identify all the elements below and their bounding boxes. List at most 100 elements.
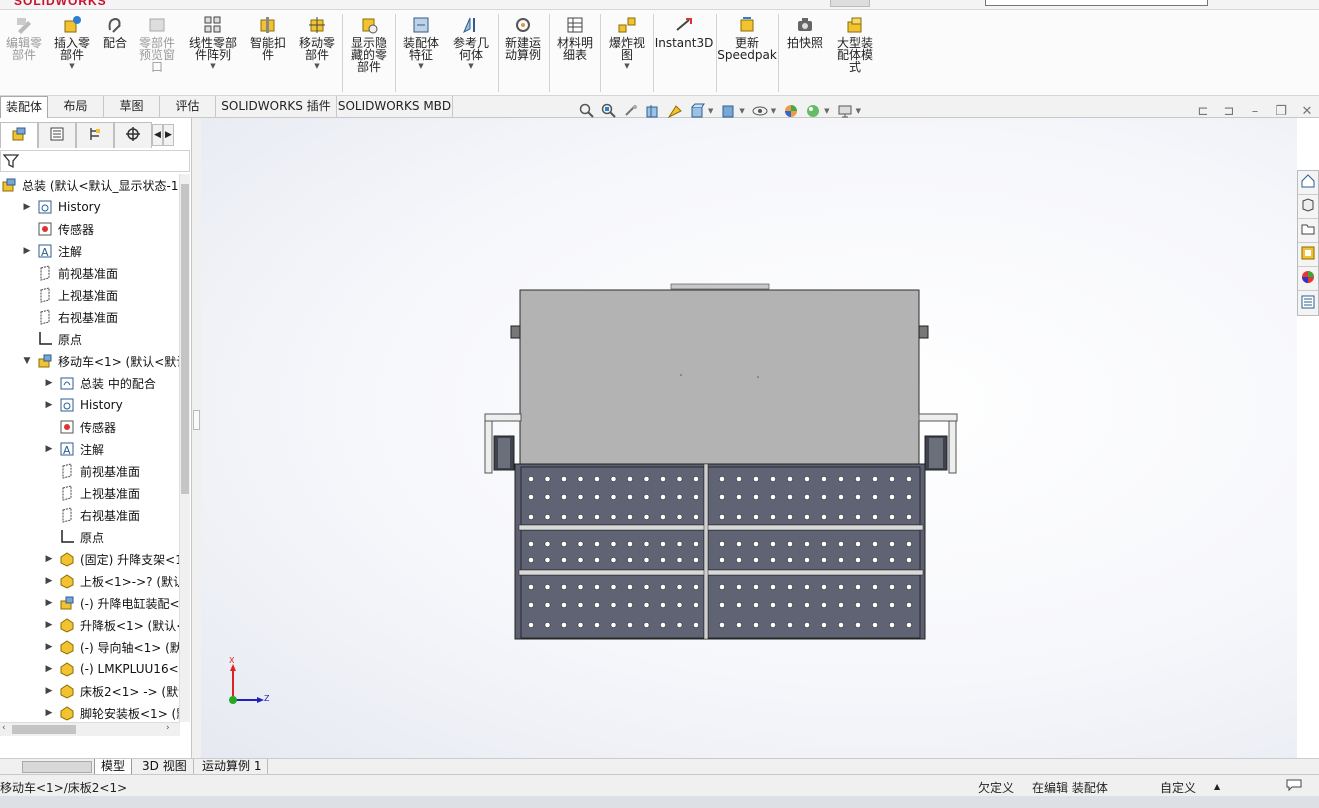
- tree-item[interactable]: ▶ 脚轮安装板<1> (默认: [44, 702, 180, 722]
- tree-item[interactable]: 原点: [44, 526, 104, 548]
- scrollbar-thumb[interactable]: [12, 725, 76, 734]
- reference-geometry-button[interactable]: 参考几 何体 ▼: [448, 14, 494, 70]
- exploded-view-button[interactable]: 爆炸视 图 ▼: [604, 14, 650, 70]
- custom-properties-tab[interactable]: [1298, 291, 1318, 315]
- tree-vertical-scrollbar[interactable]: [179, 174, 190, 722]
- insert-components-button[interactable]: 插入零 部件 ▼: [50, 14, 94, 70]
- tab-solidworks-mbd[interactable]: SOLIDWORKS MBD: [337, 96, 453, 118]
- chat-icon[interactable]: [1286, 779, 1302, 794]
- linear-pattern-button[interactable]: 线性零部 件阵列 ▼: [184, 14, 242, 70]
- expand-arrow-icon[interactable]: ▶: [22, 246, 32, 256]
- tab-scroll-buttons[interactable]: [22, 761, 92, 773]
- tree-item[interactable]: ▶ 上板<1>->? (默认<: [44, 570, 180, 592]
- appearances-tab[interactable]: [1298, 267, 1318, 291]
- tree-item[interactable]: ▶ 总装 中的配合: [44, 372, 156, 394]
- collapse-arrow-icon[interactable]: ▼: [22, 356, 32, 366]
- restore-icon[interactable]: ❐: [1268, 104, 1294, 119]
- update-speedpak-button[interactable]: 更新 Speedpak: [717, 14, 777, 61]
- tab-evaluate[interactable]: 评估: [160, 96, 216, 118]
- filter-icon[interactable]: [2, 153, 21, 172]
- split-right-icon[interactable]: ⊐: [1216, 104, 1242, 119]
- scrollbar-thumb[interactable]: [181, 184, 189, 494]
- expand-arrow-icon[interactable]: ▶: [44, 444, 54, 454]
- tree-item[interactable]: ▶ 床板2<1> -> (默认: [44, 680, 180, 702]
- chevron-down-icon[interactable]: ▼: [314, 62, 319, 70]
- snapshot-button[interactable]: 拍快照: [782, 14, 828, 49]
- chevron-down-icon[interactable]: ▼: [624, 62, 629, 70]
- expand-arrow-icon[interactable]: ▶: [44, 400, 54, 410]
- new-motion-study-button[interactable]: 新建运 动算例: [500, 14, 546, 61]
- tree-item[interactable]: ▶ (固定) 升降支架<1>: [44, 548, 180, 570]
- configuration-manager-tab[interactable]: [76, 122, 114, 148]
- quick-access-control[interactable]: [830, 0, 870, 7]
- split-left-icon[interactable]: ⊏: [1190, 104, 1216, 119]
- tree-item[interactable]: 传感器: [22, 218, 94, 240]
- chevron-down-icon[interactable]: ▼: [69, 62, 74, 70]
- search-box[interactable]: [985, 0, 1208, 6]
- tab-3d-views[interactable]: 3D 视图: [136, 759, 194, 775]
- move-component-button[interactable]: 移动零 部件 ▼: [294, 14, 340, 70]
- tree-item[interactable]: ▶ (-) 升降电缸装配<1>: [44, 592, 180, 614]
- tree-item[interactable]: ▶ History: [44, 394, 123, 416]
- tree-item[interactable]: ▶ 升降板<1> (默认<<: [44, 614, 180, 636]
- tree-item[interactable]: 原点: [22, 328, 82, 350]
- model-view[interactable]: [201, 118, 1297, 758]
- scroll-left-icon[interactable]: ‹: [2, 723, 6, 733]
- smart-fasteners-button[interactable]: 智能扣 件: [246, 14, 290, 61]
- design-library-tab[interactable]: [1298, 195, 1318, 219]
- tree-item[interactable]: ▶ (-) LMKPLUU16<1>: [44, 658, 180, 680]
- chevron-down-icon[interactable]: ▼: [771, 107, 776, 115]
- chevron-up-icon[interactable]: ▲: [1214, 782, 1220, 791]
- view-palette-tab[interactable]: [1298, 243, 1318, 267]
- tree-horizontal-scrollbar[interactable]: ‹ ›: [0, 722, 180, 736]
- tree-item[interactable]: 右视基准面: [44, 504, 140, 526]
- graphics-area[interactable]: X Z: [201, 118, 1297, 758]
- expand-arrow-icon[interactable]: ▶: [44, 576, 54, 586]
- tree-item[interactable]: ▶ (-) 导向轴<1> (默认: [44, 636, 180, 658]
- panel-splitter[interactable]: [192, 118, 201, 758]
- tab-sketch[interactable]: 草图: [104, 96, 160, 118]
- collapse-panel-handle[interactable]: [193, 410, 200, 430]
- tree-item[interactable]: 前视基准面: [22, 262, 118, 284]
- property-manager-tab[interactable]: [38, 122, 76, 148]
- tab-assembly[interactable]: 装配体: [0, 96, 48, 118]
- tree-item[interactable]: 右视基准面: [22, 306, 118, 328]
- large-assembly-mode-button[interactable]: 大型装 配体模 式: [830, 14, 880, 73]
- tree-item[interactable]: 前视基准面: [44, 460, 140, 482]
- scroll-right-icon[interactable]: ›: [166, 723, 170, 733]
- chevron-down-icon[interactable]: ▼: [468, 62, 473, 70]
- tab-layout[interactable]: 布局: [48, 96, 104, 118]
- tree-item[interactable]: ▶ History: [22, 196, 101, 218]
- tab-model[interactable]: 模型: [94, 759, 133, 775]
- expand-arrow-icon[interactable]: ▶: [44, 686, 54, 696]
- chevron-down-icon[interactable]: ▼: [824, 107, 829, 115]
- tree-item[interactable]: 传感器: [44, 416, 116, 438]
- chevron-down-icon[interactable]: ▼: [708, 107, 713, 115]
- expand-arrow-icon[interactable]: ▶: [44, 642, 54, 652]
- tree-item[interactable]: 上视基准面: [44, 482, 140, 504]
- mate-button[interactable]: 配合: [98, 14, 132, 49]
- edit-component-button[interactable]: 编辑零 部件: [2, 14, 46, 61]
- tree-item[interactable]: ▼ 移动车<1> (默认<默认_: [22, 350, 180, 372]
- expand-arrow-icon[interactable]: ▶: [44, 554, 54, 564]
- solidworks-resources-tab[interactable]: [1298, 171, 1318, 195]
- tab-scroll-left-icon[interactable]: ◀: [152, 124, 163, 146]
- expand-arrow-icon[interactable]: ▶: [44, 708, 54, 718]
- tree-filter[interactable]: [0, 150, 190, 172]
- bill-of-materials-button[interactable]: 材料明 细表: [552, 14, 598, 61]
- expand-arrow-icon[interactable]: ▶: [44, 664, 54, 674]
- units-selector[interactable]: 自定义: [1160, 779, 1196, 796]
- instant3d-button[interactable]: Instant3D: [655, 14, 713, 49]
- tree-item[interactable]: ▶ A 注解: [22, 240, 82, 262]
- expand-arrow-icon[interactable]: ▶: [44, 620, 54, 630]
- file-explorer-tab[interactable]: [1298, 219, 1318, 243]
- close-icon[interactable]: ✕: [1294, 104, 1319, 119]
- tab-scroll-right-icon[interactable]: ▶: [163, 124, 174, 146]
- tree-item[interactable]: 总装 (默认<默认_显示状态-1: [0, 174, 179, 196]
- expand-arrow-icon[interactable]: ▶: [44, 598, 54, 608]
- chevron-down-icon[interactable]: ▼: [739, 107, 744, 115]
- tab-solidworks-addins[interactable]: SOLIDWORKS 插件: [216, 96, 337, 118]
- chevron-down-icon[interactable]: ▼: [856, 107, 861, 115]
- expand-arrow-icon[interactable]: ▶: [22, 202, 32, 212]
- tab-motion-study[interactable]: 运动算例 1: [196, 759, 269, 775]
